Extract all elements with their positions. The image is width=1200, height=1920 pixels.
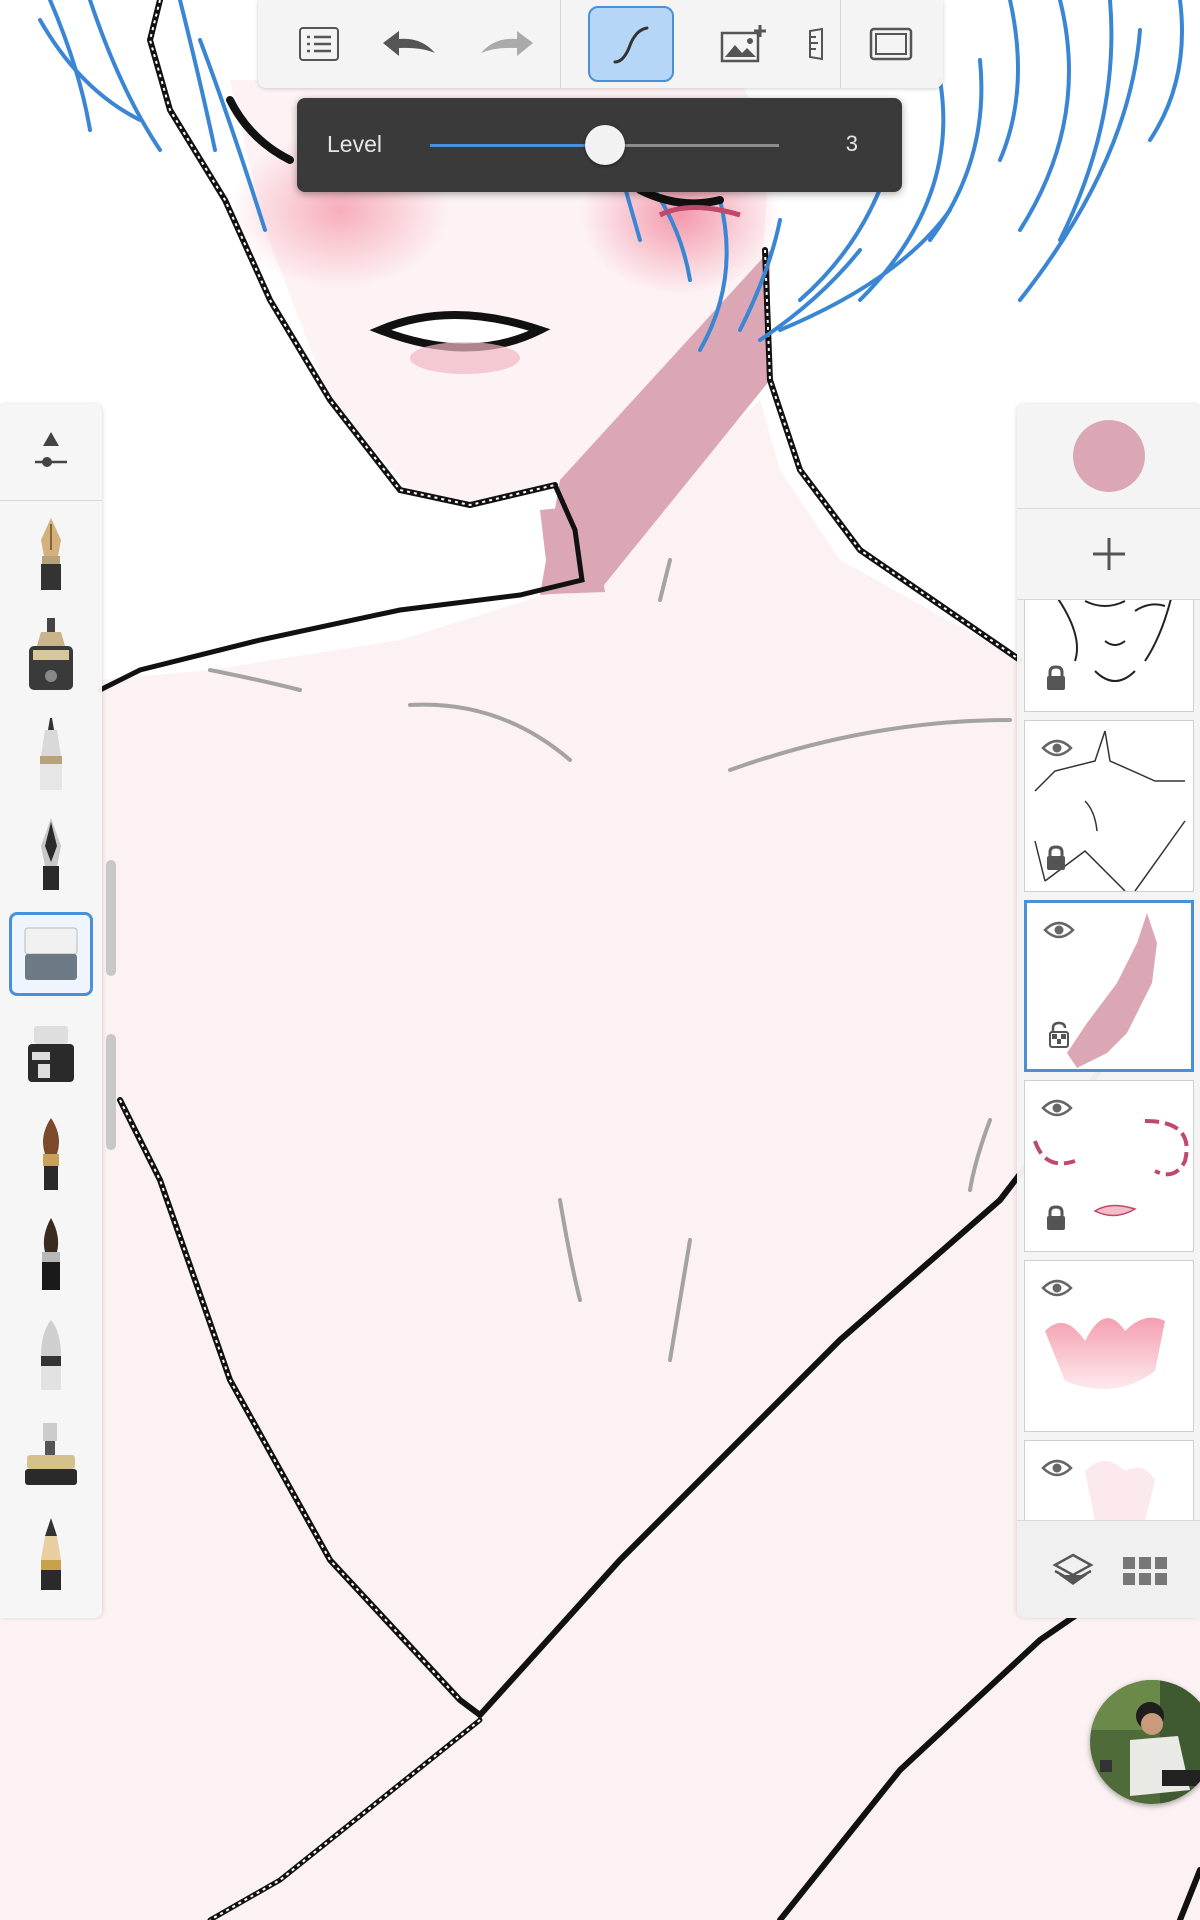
ink-brush[interactable] xyxy=(9,1212,93,1296)
visibility-eye-icon[interactable] xyxy=(1041,1277,1073,1299)
level-value: 3 xyxy=(845,131,858,156)
shadow-layer[interactable] xyxy=(1024,900,1194,1072)
menu-list-icon[interactable] xyxy=(276,6,362,82)
lock-icon[interactable] xyxy=(1045,1205,1067,1231)
layer-list[interactable] xyxy=(1017,600,1200,1520)
ruler-icon[interactable] xyxy=(796,6,824,82)
visibility-eye-icon[interactable] xyxy=(1041,1097,1073,1119)
body-lineart-layer[interactable] xyxy=(1024,720,1194,892)
brush-scroll-handle-2[interactable] xyxy=(106,1034,116,1150)
lock-icon[interactable] xyxy=(1045,665,1067,691)
grid-icon[interactable] xyxy=(1117,1543,1173,1599)
blush-layer[interactable] xyxy=(1024,1080,1194,1252)
brush-palette xyxy=(0,404,102,1618)
level-slider-knob[interactable] xyxy=(584,125,625,165)
curve-tool-icon[interactable] xyxy=(588,6,674,82)
lock-icon[interactable] xyxy=(1045,845,1067,871)
layer-footer xyxy=(1017,1520,1200,1618)
level-label: Level xyxy=(327,131,382,157)
face-lineart-layer[interactable] xyxy=(1024,600,1194,712)
technical-pen-brush[interactable] xyxy=(9,612,93,696)
chisel-marker-brush[interactable] xyxy=(9,1412,93,1496)
brush-properties-icon[interactable] xyxy=(0,404,102,501)
redo-icon[interactable] xyxy=(464,6,550,82)
ink-pen-brush[interactable] xyxy=(9,812,93,896)
fine-liner-brush[interactable] xyxy=(9,712,93,796)
color-picker-button[interactable] xyxy=(1017,404,1200,509)
visibility-eye-icon[interactable] xyxy=(1041,737,1073,759)
pencil-brush[interactable] xyxy=(9,1512,93,1596)
brush-scroll-handle[interactable] xyxy=(106,860,116,976)
plus-icon xyxy=(1092,538,1125,570)
add-image-icon[interactable] xyxy=(701,6,787,82)
fullscreen-icon[interactable] xyxy=(848,6,934,82)
airbrush-brush[interactable] xyxy=(9,1312,93,1396)
fountain-pen-brush[interactable] xyxy=(9,512,93,596)
visibility-eye-icon[interactable] xyxy=(1043,919,1075,941)
paint-brush[interactable] xyxy=(9,1112,93,1196)
marker-brush[interactable] xyxy=(9,1012,93,1096)
eraser-brush[interactable] xyxy=(9,912,93,996)
undo-icon[interactable] xyxy=(366,6,452,82)
level-slider-popup: Level 3 xyxy=(297,98,902,192)
level-slider-track[interactable] xyxy=(430,125,779,165)
layers-icon[interactable] xyxy=(1045,1543,1101,1599)
visibility-eye-icon[interactable] xyxy=(1041,1457,1073,1479)
skin-tone-layer[interactable] xyxy=(1024,1260,1194,1432)
level-slider-fill xyxy=(430,144,605,147)
current-color-swatch[interactable] xyxy=(1072,420,1145,492)
top-toolbar xyxy=(258,0,943,88)
base-layer[interactable] xyxy=(1024,1440,1194,1520)
layer-panel xyxy=(1017,404,1200,1618)
add-layer-button[interactable] xyxy=(1017,509,1200,600)
transparency-lock-icon[interactable] xyxy=(1047,1021,1071,1049)
